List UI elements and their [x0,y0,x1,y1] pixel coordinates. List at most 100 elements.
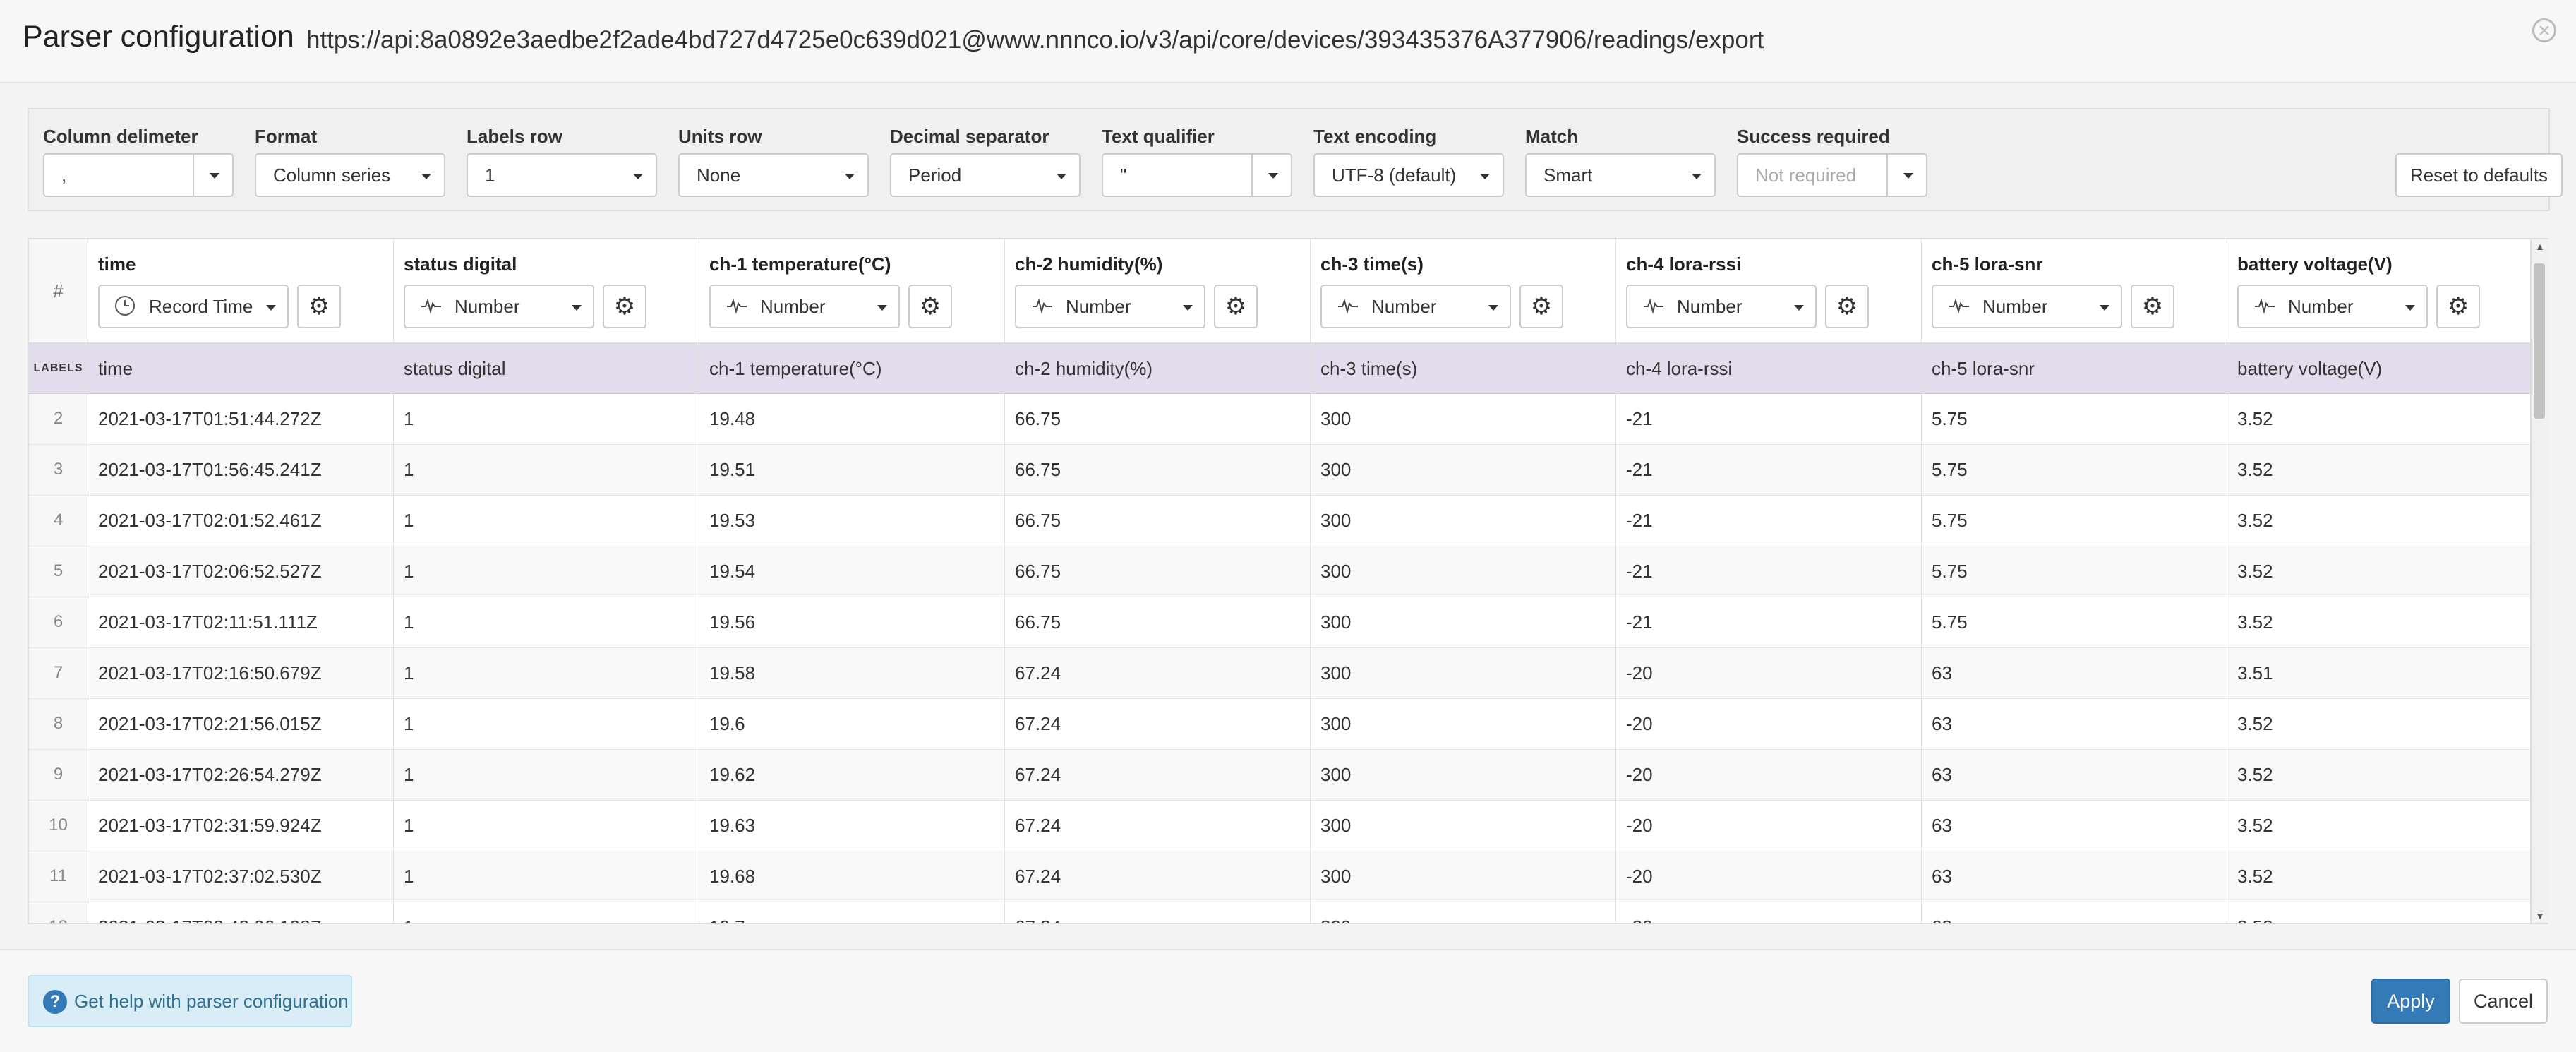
row-number: 7 [29,648,88,698]
waveform-icon [421,297,442,314]
labels-row: LABELS time status digital ch-1 temperature… [29,344,2530,394]
column-type-select[interactable]: Number [709,285,900,328]
table-cell: 2021-03-17T02:01:52.461Z [88,496,394,546]
column-delimiter-dropdown-button[interactable] [193,155,235,196]
column-settings-button[interactable]: ⚙ [1825,285,1869,328]
table-cell: 63 [1922,851,2227,902]
column-type-select[interactable]: Number [404,285,594,328]
gear-icon: ⚙ [919,293,941,320]
column-type-select[interactable]: Number [1626,285,1817,328]
match-select[interactable]: Smart [1525,153,1716,197]
table-cell: 300 [1311,445,1616,495]
scroll-up-arrow-icon[interactable]: ▲ [2535,241,2545,252]
row-number: 6 [29,597,88,647]
label-cell: status digital [394,344,699,393]
row-number: 10 [29,801,88,851]
close-icon[interactable]: × [2532,18,2556,42]
column-type-select[interactable]: Number [2237,285,2428,328]
reset-to-defaults-button[interactable]: Reset to defaults [2395,153,2563,197]
apply-button[interactable]: Apply [2371,979,2450,1024]
labels-row-select[interactable]: 1 [467,153,657,197]
table-cell: 5.75 [1922,546,2227,597]
caret-down-icon [1057,174,1066,179]
caret-down-icon [2405,305,2415,311]
table-cell: -20 [1616,699,1922,749]
text-qualifier-dropdown-button[interactable] [1251,155,1294,196]
label-cell: time [88,344,394,393]
table-cell: 63 [1922,750,2227,800]
scroll-down-arrow-icon[interactable]: ▼ [2535,910,2545,921]
caret-down-icon [1480,174,1490,179]
modal-footer: ? Get help with parser configuration App… [0,949,2576,1052]
table-cell: 19.63 [699,801,1005,851]
column-settings-button[interactable]: ⚙ [1519,285,1563,328]
table-cell: 2021-03-17T01:51:44.272Z [88,394,394,444]
parser-settings-panel: Column delimeter , Format Column series … [28,108,2563,211]
column-type-select[interactable]: Number [1015,285,1205,328]
column-type-select[interactable]: Record Time [98,285,289,328]
table-cell: -21 [1616,394,1922,444]
grid-header-row: # time Record Time ⚙ status digital Numb… [29,239,2530,344]
table-row: 6 2021-03-17T02:11:51.111Z 1 19.56 66.75 300-… [29,597,2530,648]
table-cell: 3.52 [2227,394,2530,444]
column-header: ch-5 lora-snr Number ⚙ [1922,239,2227,342]
grid-vertical-scrollbar[interactable]: ▲ ▼ [2532,238,2548,924]
table-cell: 67.24 [1005,648,1311,698]
format-select[interactable]: Column series [255,153,445,197]
table-cell: 300 [1311,394,1616,444]
waveform-icon [1949,297,1970,314]
caret-down-icon [210,173,219,179]
column-type-select[interactable]: Number [1932,285,2122,328]
gear-icon: ⚙ [2447,293,2469,320]
caret-down-icon [1183,305,1193,311]
help-button[interactable]: ? Get help with parser configuration [28,975,352,1027]
table-cell: 2021-03-17T02:26:54.279Z [88,750,394,800]
table-cell: 3.52 [2227,597,2530,647]
table-row: 122021-03-17T02:42:06.198Z119.767.24300-… [29,902,2530,923]
text-qualifier-combo[interactable]: " [1102,153,1292,197]
column-settings-button[interactable]: ⚙ [1214,285,1258,328]
row-number: 9 [29,750,88,800]
label-cell: ch-4 lora-rssi [1616,344,1922,393]
success-required-dropdown-button[interactable] [1886,155,1929,196]
column-delimiter-value[interactable]: , [61,155,66,196]
table-cell: 67.24 [1005,750,1311,800]
table-cell: 63 [1922,699,2227,749]
table-cell: 5.75 [1922,597,2227,647]
row-number: 5 [29,546,88,597]
column-settings-button[interactable]: ⚙ [297,285,341,328]
row-number: 11 [29,851,88,902]
label-cell: battery voltage(V) [2227,344,2530,393]
table-cell: 67.24 [1005,851,1311,902]
decimal-separator-select[interactable]: Period [890,153,1081,197]
table-cell: 1 [394,394,699,444]
success-required-combo[interactable]: Not required [1737,153,1927,197]
column-settings-button[interactable]: ⚙ [2436,285,2480,328]
table-cell: 66.75 [1005,496,1311,546]
column-delimiter-combo[interactable]: , [43,153,234,197]
scrollbar-thumb[interactable] [2534,263,2545,419]
table-cell: 19.48 [699,394,1005,444]
units-row-label: Units row [678,126,762,147]
column-settings-button[interactable]: ⚙ [908,285,952,328]
caret-down-icon [845,174,855,179]
table-cell: 2021-03-17T02:06:52.527Z [88,546,394,597]
caret-down-icon [2100,305,2109,311]
table-cell: -21 [1616,546,1922,597]
column-type-value: Number [1677,296,1743,317]
text-qualifier-value[interactable]: " [1120,155,1126,196]
units-row-select[interactable]: None [678,153,869,197]
table-cell: 3.52 [2227,546,2530,597]
cancel-button[interactable]: Cancel [2459,979,2548,1024]
table-cell: 5.75 [1922,445,2227,495]
column-type-select[interactable]: Number [1320,285,1511,328]
row-number-header: # [29,239,88,342]
text-encoding-select[interactable]: UTF-8 (default) [1313,153,1504,197]
column-settings-button[interactable]: ⚙ [603,285,646,328]
table-cell: 19.54 [699,546,1005,597]
success-required-placeholder[interactable]: Not required [1755,155,1856,196]
column-settings-button[interactable]: ⚙ [2131,285,2174,328]
caret-down-icon [877,305,887,311]
column-header: ch-2 humidity(%) Number ⚙ [1005,239,1311,342]
column-type-value: Number [760,296,826,317]
